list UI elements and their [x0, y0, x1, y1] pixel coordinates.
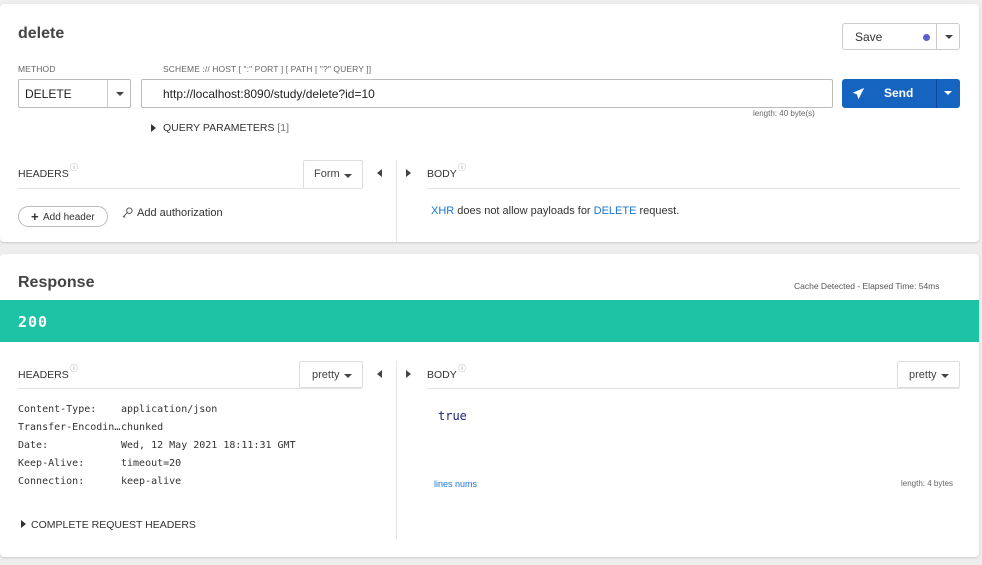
add-authorization-label: Add authorization: [137, 207, 223, 219]
collapse-right-icon[interactable]: [406, 169, 411, 177]
body-message-text: does not allow payloads for: [454, 205, 594, 217]
send-label: Send: [884, 86, 914, 100]
method-value: DELETE: [25, 87, 72, 101]
header-value: timeout=20: [121, 458, 182, 469]
body-label: BODY: [427, 168, 457, 180]
response-body-content: true: [438, 409, 467, 423]
send-divider: [936, 79, 937, 108]
add-header-button[interactable]: + Add header: [18, 206, 108, 227]
response-headers-underline: [18, 388, 362, 389]
save-label: Save: [855, 30, 883, 44]
status-bar: 200: [0, 300, 979, 342]
header-name: Date:: [18, 440, 49, 451]
headers-mode-value: Form: [314, 168, 340, 180]
body-not-allowed-message: XHR does not allow payloads for DELETE r…: [431, 205, 679, 217]
query-params-label: QUERY PARAMETERS: [163, 122, 275, 134]
paper-plane-icon: [852, 87, 865, 100]
response-headers-mode-select[interactable]: pretty: [299, 361, 363, 388]
response-headers-caret-icon: [344, 374, 352, 378]
request-panel: delete Save METHOD SCHEME :// HOST [ ":"…: [0, 4, 979, 242]
complete-request-headers-toggle[interactable]: COMPLETE REQUEST HEADERS: [21, 519, 201, 533]
response-panel-divider: [396, 361, 397, 539]
xhr-link[interactable]: XHR: [431, 205, 454, 217]
response-body-mode-select[interactable]: pretty: [897, 361, 960, 388]
response-headers-label: HEADERS: [18, 369, 69, 381]
body-message-end: request.: [636, 205, 680, 217]
headers-mode-caret-icon: [344, 174, 352, 178]
response-body-mode-value: pretty: [909, 369, 937, 381]
url-label: SCHEME :// HOST [ ":" PORT ] [ PATH [ "?…: [163, 64, 372, 74]
cache-elapsed-time: Cache Detected - Elapsed Time: 54ms: [794, 281, 940, 291]
headers-underline: [18, 188, 362, 189]
query-params-count: [1]: [277, 122, 290, 134]
header-value: keep-alive: [121, 476, 182, 487]
save-divider: [936, 24, 937, 49]
header-value: chunked: [121, 422, 164, 433]
header-value: application/json: [121, 404, 218, 415]
request-length: length: 40 byte(s): [753, 109, 815, 118]
response-title: Response: [18, 274, 95, 291]
add-authorization-link[interactable]: Add authorization: [122, 206, 232, 222]
unsaved-dot-icon: [923, 34, 930, 41]
url-value: http://localhost:8090/study/delete?id=10: [163, 87, 375, 101]
method-caret-icon[interactable]: [116, 92, 124, 96]
send-dropdown-caret-icon[interactable]: [944, 91, 952, 95]
header-name: Keep-Alive:: [18, 458, 85, 469]
triangle-right-icon: [21, 520, 26, 528]
delete-link[interactable]: DELETE: [594, 205, 637, 217]
header-name: Connection:: [18, 476, 85, 487]
key-icon: [122, 207, 133, 218]
response-body-underline: [427, 388, 960, 389]
triangle-right-icon: [151, 124, 156, 132]
response-collapse-left-icon[interactable]: [377, 370, 382, 378]
method-select[interactable]: DELETE: [18, 79, 131, 108]
plus-icon: +: [31, 209, 39, 224]
method-label: METHOD: [18, 64, 56, 74]
header-value: Wed, 12 May 2021 18:11:31 GMT: [121, 440, 296, 451]
response-body-length: length: 4 bytes: [901, 479, 954, 488]
response-body-label: BODY: [427, 369, 457, 381]
save-dropdown-caret-icon[interactable]: [945, 35, 953, 39]
headers-help-icon[interactable]: ⓘ: [70, 162, 78, 173]
body-help-icon[interactable]: ⓘ: [458, 162, 466, 173]
response-collapse-right-icon[interactable]: [406, 370, 411, 378]
method-divider: [107, 80, 108, 107]
save-button[interactable]: Save: [842, 23, 960, 50]
request-name: delete: [18, 25, 65, 42]
header-name: Transfer-Encodin…: [18, 422, 121, 433]
status-code: 200: [18, 313, 49, 331]
add-header-label: Add header: [43, 212, 95, 223]
response-body-help-icon[interactable]: ⓘ: [458, 363, 466, 374]
complete-request-headers-label: COMPLETE REQUEST HEADERS: [31, 519, 196, 531]
header-name: Content-Type:: [18, 404, 97, 415]
url-input[interactable]: http://localhost:8090/study/delete?id=10: [141, 79, 833, 108]
response-body-caret-icon: [941, 374, 949, 378]
response-headers-help-icon[interactable]: ⓘ: [70, 363, 78, 374]
body-underline: [427, 188, 960, 189]
response-headers-mode-value: pretty: [312, 369, 340, 381]
headers-label: HEADERS: [18, 168, 69, 180]
headers-mode-select[interactable]: Form: [303, 160, 363, 189]
lines-nums-toggle[interactable]: lines nums: [434, 479, 477, 489]
panel-divider: [396, 160, 397, 242]
collapse-left-icon[interactable]: [377, 169, 382, 177]
send-button[interactable]: Send: [842, 79, 960, 108]
